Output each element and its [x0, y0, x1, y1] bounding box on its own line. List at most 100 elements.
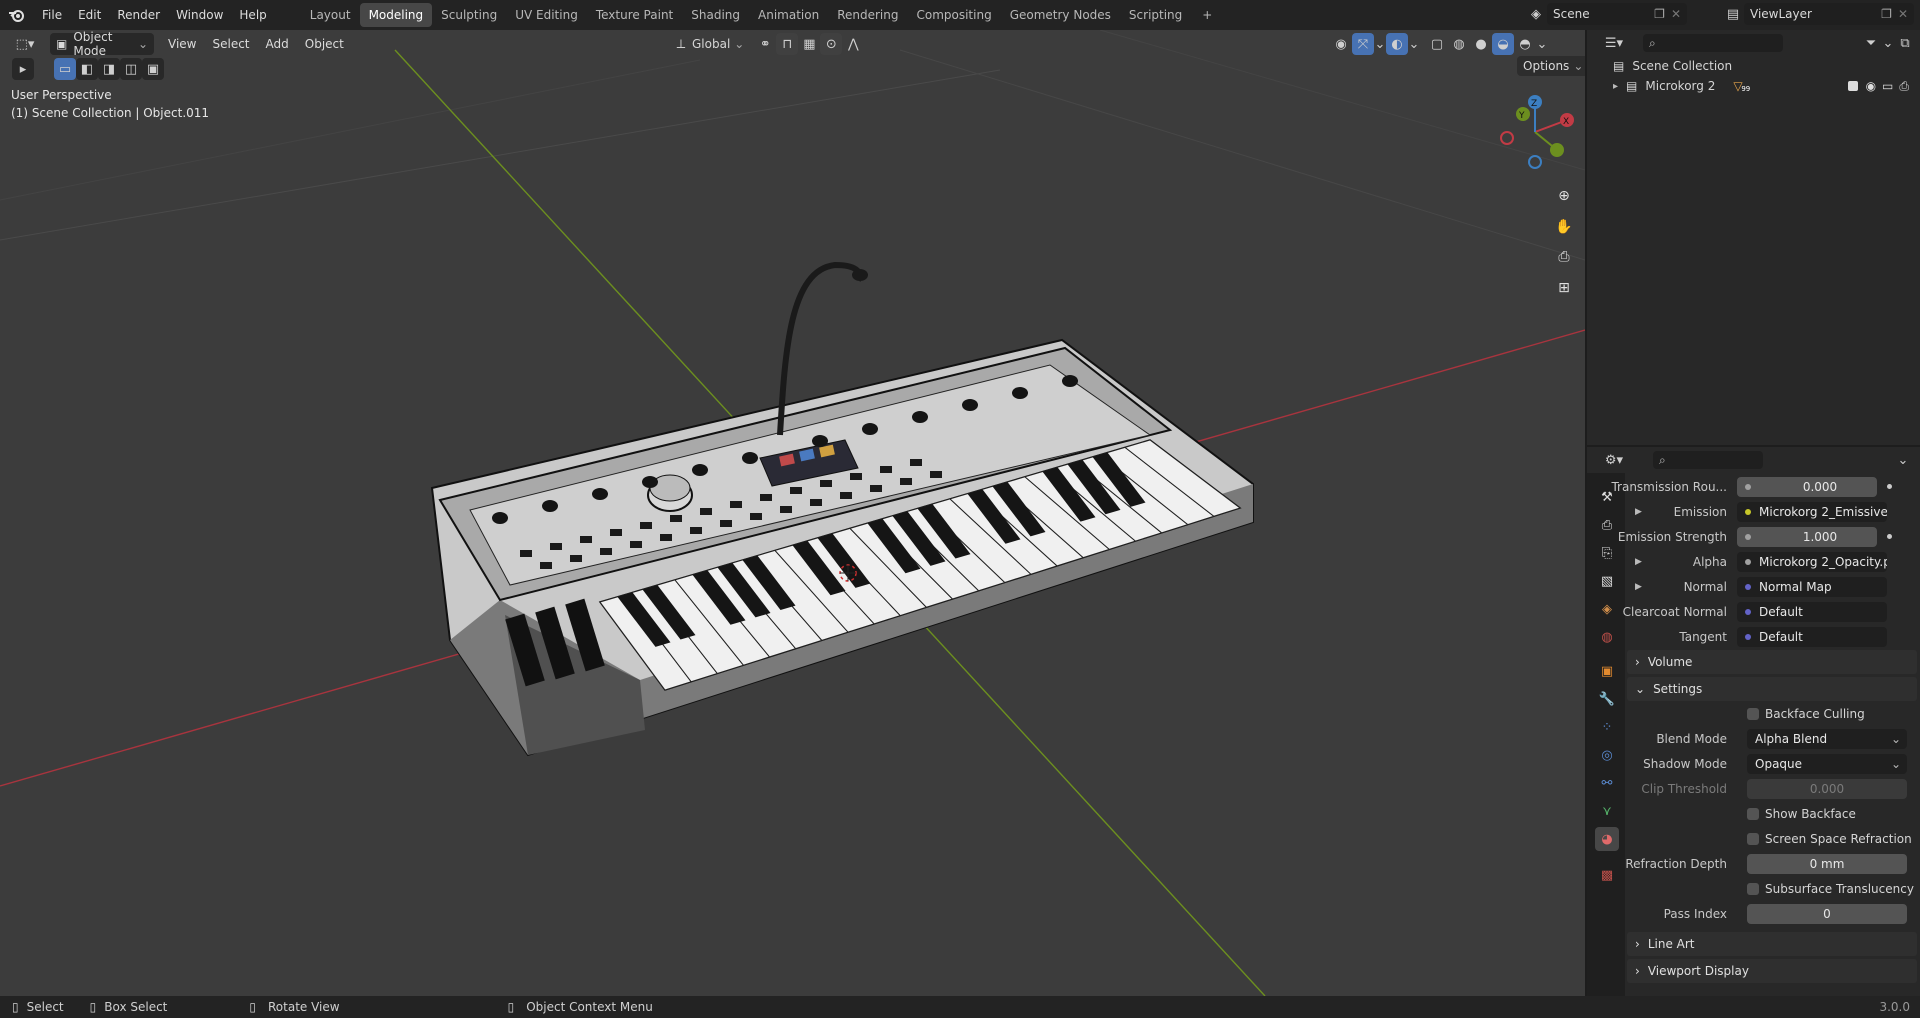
view-layer-field[interactable]: ViewLayer ❐ ✕	[1744, 3, 1914, 25]
chevron-down-icon[interactable]: ⌄	[734, 37, 744, 51]
select-intersect-icon[interactable]: ▣	[142, 58, 164, 80]
checkbox[interactable]	[1747, 833, 1759, 845]
volume-section[interactable]: › Volume	[1627, 650, 1917, 674]
constraints-tab-icon[interactable]: ⚯	[1595, 771, 1619, 795]
checkbox[interactable]	[1747, 808, 1759, 820]
select-new-icon[interactable]: ▭	[54, 58, 76, 80]
editor-type-icon[interactable]: ⬚▾	[10, 33, 40, 55]
workspace-tab-modeling[interactable]: Modeling	[359, 3, 433, 27]
material-shading-icon[interactable]: ◒	[1492, 33, 1514, 55]
chevron-down-icon[interactable]: ⌄	[1882, 32, 1894, 54]
refraction-depth-field[interactable]: 0 mm	[1747, 854, 1907, 874]
tool-select-icon[interactable]: ▸	[12, 58, 34, 80]
pass-index-field[interactable]: 0	[1747, 904, 1907, 924]
options-button[interactable]: Options ⌄	[1517, 56, 1585, 76]
physics-tab-icon[interactable]: ◎	[1595, 743, 1619, 767]
checkbox-icon[interactable]	[1847, 81, 1858, 91]
checkbox[interactable]	[1747, 883, 1759, 895]
workspace-tab-shading[interactable]: Shading	[682, 3, 749, 27]
gizmo-icon[interactable]: ⤧	[1352, 33, 1374, 55]
filter-icon[interactable]: ⏷	[1860, 32, 1882, 54]
snap-grid-icon[interactable]: ▦	[798, 33, 820, 55]
chevron-down-icon[interactable]: ⌄	[1892, 449, 1914, 471]
render-tab-icon[interactable]: ⎙	[1595, 513, 1619, 537]
proportional-edit-icon[interactable]: ⊙	[820, 33, 843, 55]
add-workspace-button[interactable]: +	[1193, 3, 1221, 27]
mode-selector[interactable]: ▣ Object Mode ⌄	[50, 30, 154, 58]
property-link-field[interactable]: Microkorg 2_Emissive.p...	[1737, 502, 1887, 522]
menu-render[interactable]: Render	[109, 0, 168, 30]
outliner-item[interactable]: ▸ ▤ Microkorg 2 ▽ 99 ◉ ▭ ⎙	[1613, 76, 1913, 96]
rendered-shading-icon[interactable]: ◓	[1514, 33, 1536, 55]
3d-cursor[interactable]	[839, 564, 857, 582]
menu-help[interactable]: Help	[231, 0, 274, 30]
editor-type-icon[interactable]: ☰▾	[1599, 32, 1629, 54]
material-tab-icon[interactable]: ◕	[1595, 827, 1619, 851]
close-icon[interactable]: ✕	[1898, 7, 1908, 21]
workspace-tab-layout[interactable]: Layout	[301, 3, 360, 27]
view-layer-icon[interactable]: ▤	[1722, 3, 1744, 25]
close-icon[interactable]: ✕	[1671, 7, 1681, 21]
viewport-menu-add[interactable]: Add	[258, 37, 297, 51]
scene-icon[interactable]: ◈	[1525, 3, 1547, 25]
checkbox[interactable]	[1747, 708, 1759, 720]
viewport-menu-select[interactable]: Select	[204, 37, 257, 51]
xray-icon[interactable]: ▢	[1426, 33, 1448, 55]
camera-view-icon[interactable]: ⎙	[1550, 243, 1578, 271]
workspace-tab-animation[interactable]: Animation	[749, 3, 828, 27]
editor-type-icon[interactable]: ⚙▾	[1599, 449, 1629, 471]
viewport-menu-view[interactable]: View	[160, 37, 204, 51]
falloff-icon[interactable]: ⋀	[842, 33, 864, 55]
data-tab-icon[interactable]: ⋎	[1595, 799, 1619, 823]
visibility-icon[interactable]: ◉	[1330, 33, 1352, 55]
world-tab-icon[interactable]: ◍	[1595, 625, 1619, 649]
select-extend-icon[interactable]: ◧	[76, 58, 98, 80]
expand-triangle-icon[interactable]: ▶	[1635, 557, 1642, 567]
workspace-tab-scripting[interactable]: Scripting	[1120, 3, 1191, 27]
menu-edit[interactable]: Edit	[70, 0, 109, 30]
scene-name-field[interactable]: Scene ❐ ✕	[1547, 3, 1687, 25]
expand-triangle-icon[interactable]: ▶	[1635, 582, 1642, 592]
ortho-grid-icon[interactable]: ⊞	[1550, 274, 1578, 302]
outliner-search-input[interactable]: ⌕	[1643, 34, 1783, 52]
property-number-field[interactable]: 0.000	[1737, 477, 1877, 497]
show-backface-checkbox[interactable]: Show Backface	[1747, 804, 1856, 824]
property-link-field[interactable]: Microkorg 2_Opacity.pn...	[1737, 552, 1887, 572]
overlays-icon[interactable]: ◐	[1386, 33, 1408, 55]
object-tab-icon[interactable]: ▣	[1595, 659, 1619, 683]
disclosure-triangle-icon[interactable]: ▸	[1613, 81, 1618, 92]
chevron-down-icon[interactable]: ⌄	[1536, 33, 1548, 55]
scene-tab-icon[interactable]: ◈	[1595, 597, 1619, 621]
menu-window[interactable]: Window	[168, 0, 231, 30]
workspace-tab-compositing[interactable]: Compositing	[907, 3, 1000, 27]
property-link-field[interactable]: Default	[1737, 602, 1887, 622]
pivot-icon[interactable]: ⚭	[754, 33, 776, 55]
wireframe-shading-icon[interactable]: ◍	[1448, 33, 1470, 55]
chevron-down-icon[interactable]: ⌄	[1408, 33, 1420, 55]
workspace-tab-sculpting[interactable]: Sculpting	[432, 3, 506, 27]
viewport-menu-object[interactable]: Object	[297, 37, 352, 51]
blend-mode-dropdown[interactable]: Alpha Blend ⌄	[1747, 729, 1907, 749]
select-invert-icon[interactable]: ◫	[120, 58, 142, 80]
modifier-tab-icon[interactable]: 🔧	[1595, 687, 1619, 711]
eye-icon[interactable]: ◉	[1866, 79, 1876, 93]
workspace-tab-uv-editing[interactable]: UV Editing	[506, 3, 587, 27]
properties-search-input[interactable]: ⌕	[1653, 451, 1763, 469]
property-link-field[interactable]: Normal Map	[1737, 577, 1887, 597]
line-art-section[interactable]: › Line Art	[1627, 932, 1917, 956]
property-link-field[interactable]: Default	[1737, 627, 1887, 647]
copy-icon[interactable]: ❐	[1881, 7, 1892, 21]
texture-tab-icon[interactable]: ▩	[1595, 863, 1619, 887]
expand-triangle-icon[interactable]: ▶	[1635, 507, 1642, 517]
navigation-gizmo[interactable]: X Z Y	[1495, 92, 1575, 172]
blender-logo-icon[interactable]	[0, 7, 34, 23]
zoom-icon[interactable]: ⊕	[1550, 182, 1578, 210]
copy-icon[interactable]: ❐	[1654, 7, 1665, 21]
view-layer-tab-icon[interactable]: ▧	[1595, 569, 1619, 593]
subsurface-translucency-checkbox[interactable]: Subsurface Translucency	[1747, 879, 1914, 899]
property-number-field[interactable]: 1.000	[1737, 527, 1877, 547]
keyframe-dot-icon[interactable]	[1887, 534, 1892, 539]
3d-viewport[interactable]: ⬚▾ ▣ Object Mode ⌄ View Select Add Object ⟂…	[0, 30, 1585, 996]
pan-hand-icon[interactable]: ✋	[1550, 213, 1578, 241]
select-subtract-icon[interactable]: ◨	[98, 58, 120, 80]
